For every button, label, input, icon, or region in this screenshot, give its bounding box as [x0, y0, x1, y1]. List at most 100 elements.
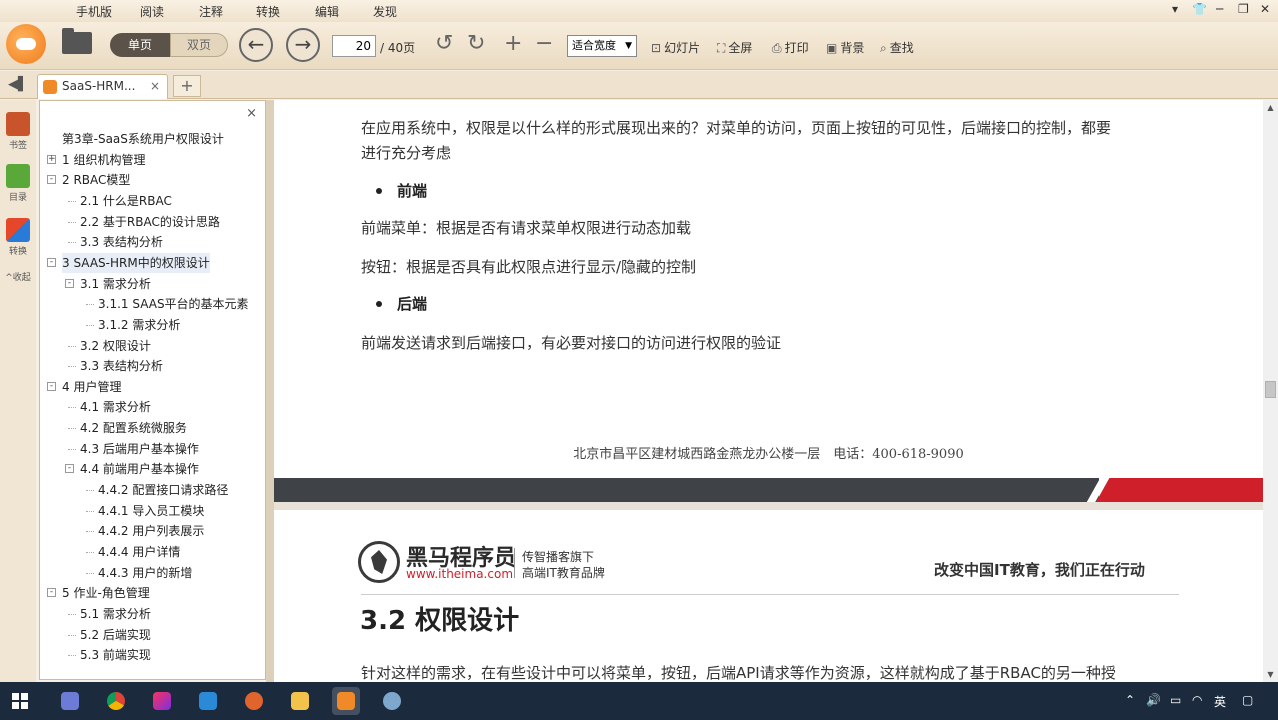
- outline-item[interactable]: 1 组织机构管理: [62, 150, 145, 170]
- menu-discover[interactable]: 发现: [373, 3, 397, 20]
- outline-icon: [6, 164, 30, 188]
- scroll-up-icon[interactable]: ▲: [1263, 100, 1278, 115]
- open-folder-icon[interactable]: [62, 28, 92, 54]
- dropdown-icon[interactable]: ▾: [1172, 2, 1178, 16]
- zoom-select[interactable]: 适合宽度 ▼: [567, 35, 637, 57]
- wifi-icon[interactable]: ◠: [1192, 693, 1202, 707]
- outline-panel-button[interactable]: 目录: [4, 164, 32, 203]
- slideshow-button[interactable]: ⊡ 幻灯片: [651, 39, 700, 56]
- brand-slogan: 改变中国IT教育，我们正在行动: [934, 561, 1145, 579]
- expand-icon[interactable]: +: [47, 154, 56, 164]
- close-icon[interactable]: ×: [246, 106, 257, 121]
- outline-item[interactable]: 3.2 权限设计: [80, 336, 151, 356]
- outline-item[interactable]: 5 作业-角色管理: [62, 583, 150, 603]
- tray-chevron-up-icon[interactable]: ⌃: [1125, 693, 1135, 707]
- single-page-button[interactable]: 单页: [110, 33, 170, 57]
- page-number-input[interactable]: 20: [332, 35, 376, 57]
- collapse-icon[interactable]: -: [65, 278, 74, 288]
- outline-item[interactable]: 5.3 前端实现: [80, 645, 151, 665]
- sidebar-toggle-icon[interactable]: ◀▌: [8, 77, 28, 92]
- minimize-button[interactable]: ─: [1216, 2, 1223, 16]
- zoom-in-icon[interactable]: +: [504, 33, 522, 55]
- outline-item-label: 3.2 权限设计: [80, 338, 151, 353]
- outline-item[interactable]: 3 SAAS-HRM中的权限设计: [62, 252, 210, 273]
- vertical-scrollbar[interactable]: ▲ ▼: [1263, 100, 1278, 682]
- outline-item-label: 2 RBAC模型: [62, 173, 131, 188]
- outline-item[interactable]: 2.2 基于RBAC的设计思路: [80, 212, 220, 232]
- collapse-icon[interactable]: -: [47, 257, 56, 267]
- print-button[interactable]: ⎙ 打印: [772, 39, 809, 56]
- bookmark-panel-button[interactable]: 书签: [4, 112, 32, 151]
- outline-item[interactable]: 2 RBAC模型: [62, 170, 130, 190]
- background-button[interactable]: ▣ 背景: [826, 39, 864, 56]
- outline-item[interactable]: 5.1 需求分析: [80, 604, 151, 624]
- outline-item[interactable]: 4.4 前端用户基本操作: [80, 459, 199, 479]
- outline-item[interactable]: 2.1 什么是RBAC: [80, 191, 172, 211]
- windows-start-icon[interactable]: [12, 693, 28, 709]
- collapse-panel-button[interactable]: ^收起: [4, 270, 32, 283]
- paragraph-frontend-button: 按钮：根据是否具有此权限点进行显示/隐藏的控制: [361, 258, 697, 276]
- paragraph-section: 针对这样的需求，在有些设计中可以将菜单，按钮，后端API请求等作为资源，这样就构…: [361, 664, 1116, 682]
- search-button[interactable]: ⌕ 查找: [880, 39, 914, 56]
- outline-item[interactable]: 4.4.4 用户详情: [98, 542, 180, 562]
- outline-item[interactable]: 3.1.1 SAAS平台的基本元素: [98, 294, 249, 314]
- outline-item[interactable]: 4.4.3 用户的新增: [98, 563, 192, 583]
- collapse-icon[interactable]: -: [47, 381, 56, 391]
- outline-item[interactable]: 5.2 后端实现: [80, 625, 151, 645]
- tree-connector: [86, 304, 94, 306]
- outline-item[interactable]: 4.2 配置系统微服务: [80, 418, 187, 438]
- outline-item[interactable]: 3.3 表结构分析: [80, 232, 163, 252]
- scroll-down-icon[interactable]: ▼: [1263, 667, 1278, 682]
- outline-item-label: 3.3 表结构分析: [80, 359, 163, 374]
- tab-close-icon[interactable]: ×: [150, 75, 160, 98]
- input-language[interactable]: 英: [1214, 693, 1226, 710]
- outline-item[interactable]: 3.1 需求分析: [80, 274, 151, 294]
- rotate-left-icon[interactable]: ↺: [435, 33, 453, 55]
- collapse-icon[interactable]: -: [47, 175, 56, 185]
- taskbar-pdf-reader[interactable]: [332, 687, 360, 715]
- outline-item[interactable]: 4.4.2 用户列表展示: [98, 521, 204, 541]
- collapse-icon[interactable]: -: [47, 588, 56, 598]
- outline-item[interactable]: 3.1.2 需求分析: [98, 315, 180, 335]
- skin-icon[interactable]: 👕: [1192, 2, 1207, 16]
- volume-icon[interactable]: 🔊: [1146, 693, 1161, 707]
- convert-panel-button[interactable]: 转换: [4, 218, 32, 257]
- zoom-out-icon[interactable]: −: [535, 33, 553, 55]
- tab-document[interactable]: SaaS-HRM... ×: [37, 74, 168, 99]
- outline-item[interactable]: 4.4.2 配置接口请求路径: [98, 480, 228, 500]
- prev-page-button[interactable]: ←: [239, 28, 273, 62]
- battery-icon[interactable]: ▭: [1170, 693, 1181, 707]
- close-window-button[interactable]: ✕: [1260, 2, 1270, 16]
- add-tab-button[interactable]: +: [173, 75, 201, 97]
- fullscreen-button[interactable]: ⛶ 全屏: [717, 39, 752, 56]
- menu-edit[interactable]: 编辑: [315, 3, 339, 20]
- menu-annotate[interactable]: 注释: [199, 3, 223, 20]
- scroll-thumb[interactable]: [1265, 381, 1276, 398]
- taskbar-intellij[interactable]: [148, 687, 176, 715]
- taskbar-vscode[interactable]: [194, 687, 222, 715]
- taskbar-app-1[interactable]: [56, 687, 84, 715]
- app-logo-icon[interactable]: [6, 24, 46, 64]
- maximize-button[interactable]: ❐: [1238, 2, 1249, 16]
- panel-splitter[interactable]: [266, 100, 274, 682]
- outline-item[interactable]: 4.4.1 导入员工模块: [98, 501, 204, 521]
- menu-convert[interactable]: 转换: [256, 3, 280, 20]
- taskbar-explorer[interactable]: [286, 687, 314, 715]
- taskbar-app-5[interactable]: [240, 687, 268, 715]
- menu-read[interactable]: 阅读: [140, 3, 164, 20]
- outline-item[interactable]: 4 用户管理: [62, 377, 121, 397]
- bullet-dot: [376, 301, 382, 307]
- taskbar-chrome[interactable]: [102, 687, 130, 715]
- double-page-button[interactable]: 双页: [170, 33, 228, 57]
- outline-item[interactable]: 3.3 表结构分析: [80, 356, 163, 376]
- outline-item[interactable]: 第3章-SaaS系统用户权限设计: [62, 129, 224, 149]
- tree-connector: [86, 490, 94, 492]
- next-page-button[interactable]: →: [286, 28, 320, 62]
- rotate-right-icon[interactable]: ↻: [467, 33, 485, 55]
- outline-item[interactable]: 4.3 后端用户基本操作: [80, 439, 199, 459]
- collapse-icon[interactable]: -: [65, 464, 74, 474]
- notification-icon[interactable]: ▢: [1242, 693, 1253, 707]
- taskbar-app-8[interactable]: [378, 687, 406, 715]
- outline-item[interactable]: 4.1 需求分析: [80, 397, 151, 417]
- menu-mobile[interactable]: 手机版: [76, 3, 112, 20]
